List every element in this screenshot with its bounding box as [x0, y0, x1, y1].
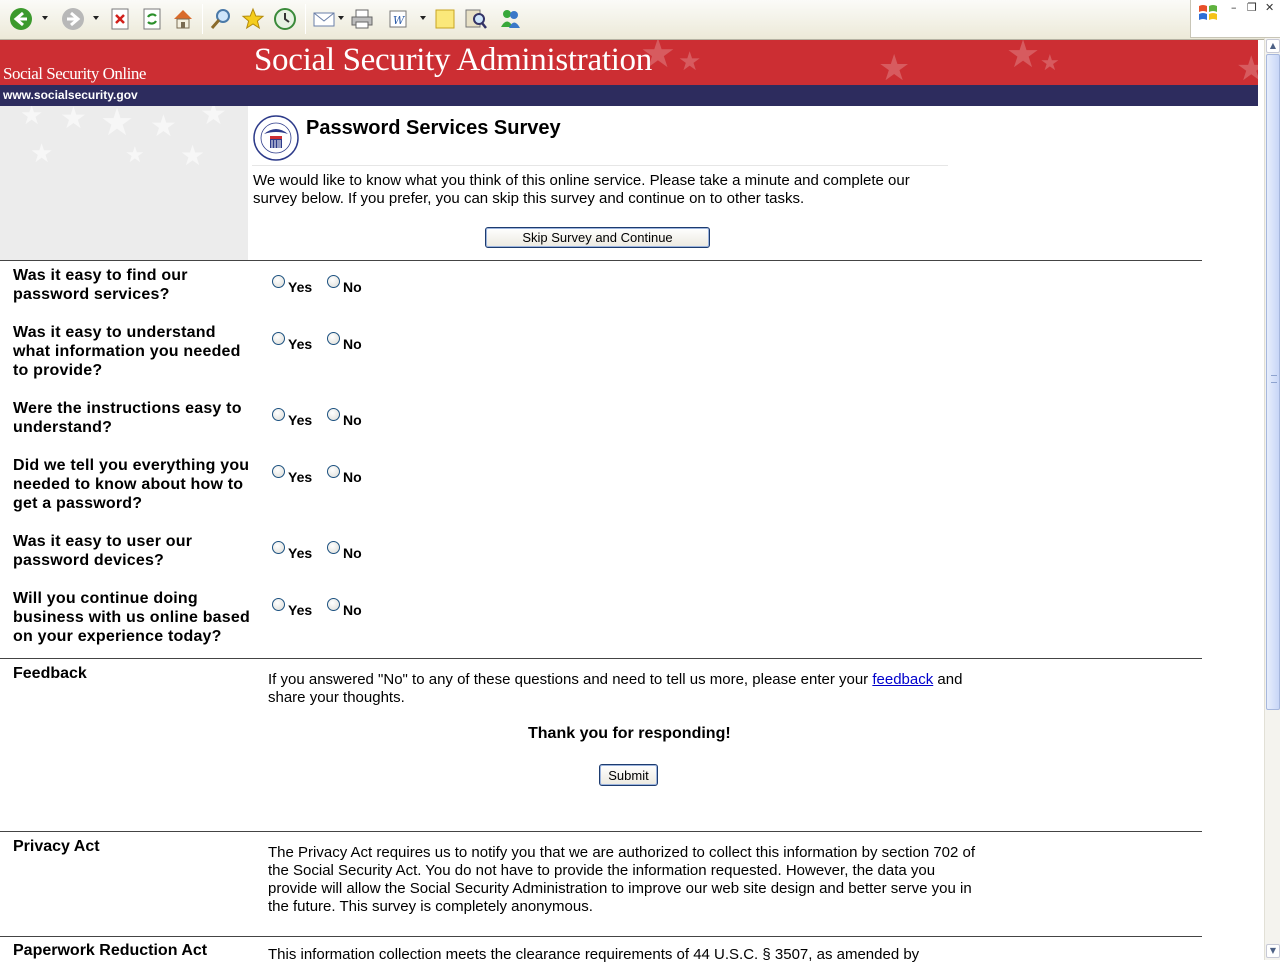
- refresh-icon[interactable]: [139, 6, 165, 32]
- stop-icon[interactable]: [107, 6, 133, 32]
- site-name[interactable]: Social Security Online: [3, 64, 146, 84]
- yes-label: Yes: [288, 336, 313, 352]
- mail-dropdown-icon[interactable]: [338, 16, 344, 20]
- question-6-no-radio[interactable]: [327, 598, 340, 611]
- question-2-no-radio[interactable]: [327, 332, 340, 345]
- note-icon[interactable]: [432, 6, 458, 32]
- divider: [0, 936, 1202, 937]
- print-icon[interactable]: [349, 6, 375, 32]
- question-3-yes-radio[interactable]: [272, 408, 285, 421]
- back-dropdown-icon[interactable]: [42, 16, 48, 20]
- window-controls: – ❐ ✕: [1190, 0, 1280, 38]
- no-label: No: [343, 469, 362, 485]
- question-5-no-radio[interactable]: [327, 541, 340, 554]
- no-label: No: [343, 545, 362, 561]
- feedback-link[interactable]: feedback: [872, 671, 933, 688]
- no-label: No: [343, 412, 362, 428]
- paperwork-act-text: This information collection meets the cl…: [268, 946, 920, 963]
- yes-label: Yes: [288, 279, 313, 295]
- forward-icon[interactable]: [60, 6, 86, 32]
- privacy-act-text: The Privacy Act requires us to notify yo…: [268, 844, 976, 915]
- edit-icon[interactable]: W: [386, 6, 412, 32]
- messenger-icon[interactable]: [497, 6, 523, 32]
- star-icon: ★: [1236, 50, 1258, 85]
- edit-dropdown-icon[interactable]: [420, 16, 426, 20]
- home-icon[interactable]: [170, 6, 196, 32]
- question-5: Was it easy to user our password devices…: [13, 533, 193, 569]
- svg-text:W: W: [393, 14, 406, 27]
- divider: [252, 165, 948, 166]
- page-title: Password Services Survey: [306, 117, 561, 139]
- intro-text: We would like to know what you think of …: [253, 172, 910, 207]
- browser-toolbar: W – ❐ ✕: [0, 0, 1280, 40]
- star-icon: ★: [678, 46, 702, 76]
- paperwork-act-label: Paperwork Reduction Act: [13, 942, 208, 959]
- thank-you-message: Thank you for responding!: [528, 725, 731, 742]
- research-icon[interactable]: [463, 6, 489, 32]
- question-1-yes-radio[interactable]: [272, 275, 285, 288]
- question-6-yes-radio[interactable]: [272, 598, 285, 611]
- site-url[interactable]: www.socialsecurity.gov: [3, 88, 138, 102]
- yes-label: Yes: [288, 545, 313, 561]
- no-label: No: [343, 602, 362, 618]
- forward-dropdown-icon[interactable]: [93, 16, 99, 20]
- yes-label: Yes: [288, 469, 313, 485]
- yes-label: Yes: [288, 412, 313, 428]
- star-icon: ★: [878, 47, 911, 86]
- restore-icon[interactable]: ❐: [1247, 1, 1257, 14]
- scroll-up-icon[interactable]: ▲: [1266, 39, 1280, 53]
- url-bar: www.socialsecurity.gov: [0, 85, 1258, 106]
- question-1-no-radio[interactable]: [327, 275, 340, 288]
- windows-logo-icon: [1197, 2, 1221, 29]
- skip-survey-button[interactable]: Skip Survey and Continue: [485, 227, 710, 248]
- star-icon: ★: [1006, 40, 1041, 76]
- question-4-no-radio[interactable]: [327, 465, 340, 478]
- submit-button[interactable]: Submit: [599, 764, 658, 786]
- minimize-icon[interactable]: –: [1231, 1, 1237, 14]
- question-5-yes-radio[interactable]: [272, 541, 285, 554]
- history-icon[interactable]: [272, 6, 298, 32]
- question-2-yes-radio[interactable]: [272, 332, 285, 345]
- close-icon[interactable]: ✕: [1265, 1, 1274, 14]
- decorative-side-panel: ★ ★ ★ ★ ★ ★ ★ ★: [0, 106, 248, 260]
- no-label: No: [343, 336, 362, 352]
- feedback-text: If you answered "No" to any of these que…: [268, 671, 988, 707]
- question-2: Was it easy to understand what informati…: [13, 324, 241, 379]
- question-4: Did we tell you everything you needed to…: [13, 457, 250, 512]
- question-1: Was it easy to find our password service…: [13, 267, 188, 303]
- privacy-act-label: Privacy Act: [13, 838, 100, 855]
- search-icon[interactable]: [208, 6, 234, 32]
- question-3: Were the instructions easy to understand…: [13, 400, 242, 436]
- vertical-scrollbar[interactable]: ▲ ▼: [1264, 38, 1280, 960]
- mail-icon[interactable]: [311, 6, 337, 32]
- no-label: No: [343, 279, 362, 295]
- divider: [0, 260, 1202, 261]
- scroll-thumb[interactable]: [1266, 54, 1280, 710]
- star-icon: ★: [1040, 50, 1060, 75]
- feedback-label: Feedback: [13, 665, 87, 682]
- question-6: Will you continue doing business with us…: [13, 590, 250, 645]
- divider: [0, 831, 1202, 832]
- question-3-no-radio[interactable]: [327, 408, 340, 421]
- ssa-seal-icon: [252, 114, 300, 162]
- divider: [0, 658, 1202, 659]
- feedback-text-before: If you answered "No" to any of these que…: [268, 671, 873, 688]
- favorites-icon[interactable]: [240, 6, 266, 32]
- back-icon[interactable]: [8, 6, 34, 32]
- yes-label: Yes: [288, 602, 313, 618]
- question-4-yes-radio[interactable]: [272, 465, 285, 478]
- site-banner: ★ ★ ★ ★ ★ ★ Social Security Online Socia…: [0, 40, 1258, 85]
- scroll-down-icon[interactable]: ▼: [1266, 944, 1280, 958]
- agency-name: Social Security Administration: [254, 42, 652, 78]
